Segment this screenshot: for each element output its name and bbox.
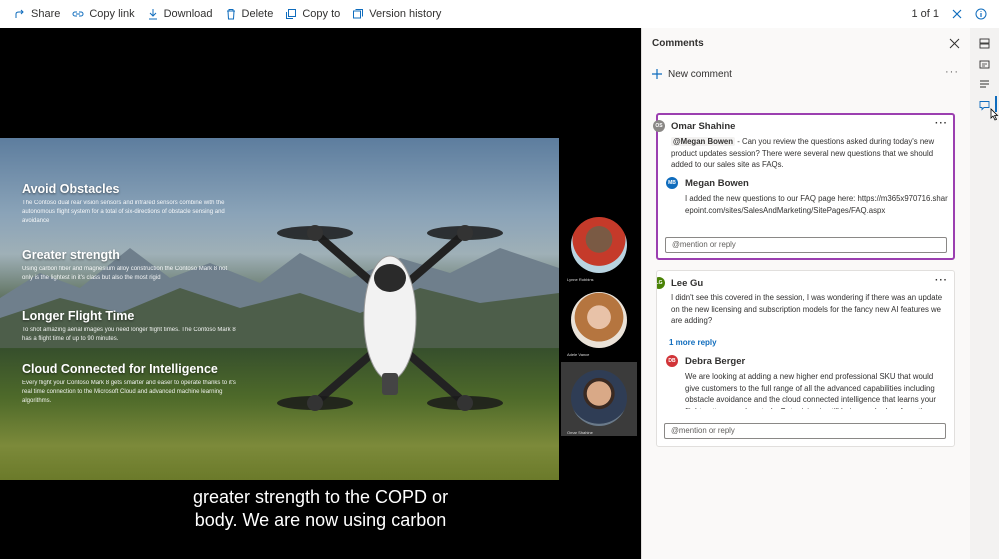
copy-to-button[interactable]: Copy to [285, 8, 340, 20]
version-history-label: Version history [369, 8, 442, 20]
drone-image [277, 225, 503, 411]
comment-thread[interactable]: LG Lee Gu ··· I didn't see this covered … [656, 270, 955, 447]
comment-body: @Megan Bowen - Can you review the questi… [671, 136, 946, 171]
version-history-icon [353, 9, 364, 19]
close-icon[interactable] [951, 8, 963, 20]
download-button[interactable]: Download [147, 8, 213, 20]
share-button[interactable]: Share [14, 8, 60, 20]
participant-name: Omar Shahine [567, 430, 593, 435]
comment-more-icon[interactable]: ··· [935, 275, 948, 286]
comments-icon[interactable] [979, 100, 990, 111]
participant-name: Adele Vance [567, 352, 590, 357]
avatar [571, 217, 627, 273]
participant-tile-active: Omar Shahine [561, 362, 637, 436]
avatar: MB [666, 177, 678, 189]
info-icon[interactable] [975, 8, 987, 20]
version-history-button[interactable]: Version history [352, 8, 441, 20]
reply-input[interactable]: @mention or reply [664, 423, 946, 439]
live-caption: greater strength to the COPD or body. We… [0, 486, 641, 532]
close-panel-icon[interactable] [949, 38, 960, 49]
feature-title: Avoid Obstacles [22, 182, 120, 196]
avatar: DB [666, 355, 678, 367]
delete-label: Delete [241, 8, 274, 20]
download-label: Download [163, 8, 213, 20]
avatar [571, 370, 627, 426]
plus-icon [652, 69, 662, 79]
feature-body: To shot amazing aerial images you need l… [22, 327, 236, 342]
caption-line-1: greater strength to the COPD or [192, 487, 449, 507]
comment-thread[interactable]: OS Omar Shahine ··· @Megan Bowen - Can y… [653, 113, 955, 260]
details-icon[interactable] [979, 38, 990, 49]
comment-author: Lee Gu [671, 278, 704, 289]
captions-icon[interactable] [979, 59, 990, 70]
reply-author: Megan Bowen [685, 178, 749, 189]
reply-body: I added the new questions to our FAQ pag… [685, 194, 948, 215]
more-replies-link[interactable]: 1 more reply [669, 338, 717, 347]
mouse-cursor-icon [990, 108, 999, 121]
feature-greater-strength: Greater strength Using carbon fiber and … [22, 248, 237, 283]
feature-body: Using carbon fiber and magnesium alloy c… [22, 266, 228, 281]
reply-body: We are looking at adding a new higher en… [685, 372, 936, 409]
feature-title: Cloud Connected for Intelligence [22, 362, 218, 376]
page-counter: 1 of 1 [911, 8, 939, 20]
feature-longer-flight-time: Longer Flight Time To shot amazing aeria… [22, 309, 237, 344]
more-options-icon[interactable]: ··· [945, 66, 959, 78]
participant-name: Lynne Robbins [567, 277, 594, 282]
new-comment-button[interactable]: New comment [651, 68, 732, 80]
panel-title: Comments [652, 38, 704, 49]
mention[interactable]: @Megan Bowen [671, 137, 736, 146]
delete-button[interactable]: Delete [225, 8, 274, 20]
reply-author: Debra Berger [685, 356, 746, 367]
copy-to-label: Copy to [302, 8, 341, 20]
caption-line-2: body. We are now using carbon [194, 510, 447, 530]
feature-title: Longer Flight Time [22, 309, 135, 323]
new-comment-label: New comment [668, 68, 732, 80]
reply-body-clip: We are looking at adding a new higher en… [685, 371, 947, 409]
comment-more-icon[interactable]: ··· [935, 118, 948, 129]
avatar: LG [657, 277, 665, 289]
link-icon [72, 11, 84, 17]
comment-body: I didn't see this covered in the session… [671, 293, 943, 325]
copy-link-label: Copy link [89, 8, 135, 20]
share-label: Share [31, 8, 61, 20]
participant-tile: Adele Vance [561, 292, 637, 364]
copy-icon [286, 9, 297, 19]
feature-cloud-connected: Cloud Connected for Intelligence Every f… [22, 362, 247, 406]
transcript-icon[interactable] [979, 79, 990, 90]
participant-tile: Lynne Robbins [561, 217, 637, 289]
presentation-slide: Avoid Obstacles The Contoso dual rear vi… [0, 138, 559, 480]
feature-body: The Contoso dual rear vision sensors and… [22, 200, 225, 224]
avatar: OS [653, 120, 665, 132]
copy-link-button[interactable]: Copy link [72, 8, 135, 20]
download-icon [148, 9, 157, 20]
comment-author: Omar Shahine [671, 121, 736, 132]
trash-icon [226, 9, 235, 20]
video-viewer[interactable]: Avoid Obstacles The Contoso dual rear vi… [0, 28, 641, 559]
reply-input[interactable]: @mention or reply [665, 237, 947, 253]
avatar [571, 292, 627, 348]
participant-gallery: Lynne Robbins Adele Vance Omar Shahine [561, 217, 637, 437]
toolbar-right: 1 of 1 [911, 0, 999, 28]
share-icon [15, 9, 24, 18]
feature-avoid-obstacles: Avoid Obstacles The Contoso dual rear vi… [22, 182, 252, 226]
command-bar: Share Copy link Download Delete Copy to … [0, 0, 999, 28]
feature-body: Every flight your Contoso Mark 8 gets sm… [22, 380, 236, 404]
comments-panel: Comments New comment ··· OS Omar Shahine… [641, 28, 970, 559]
feature-title: Greater strength [22, 248, 120, 262]
